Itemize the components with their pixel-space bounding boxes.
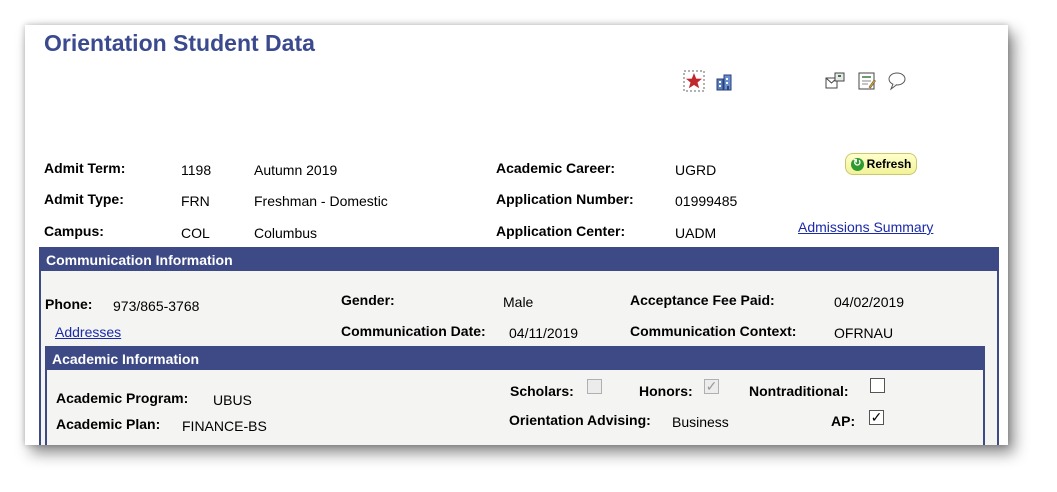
communication-context-label: Communication Context: — [630, 323, 797, 339]
admit-type-label: Admit Type: — [44, 191, 124, 207]
app-window: Orientation Student Data Admit Term: 119… — [25, 25, 1008, 445]
acceptance-fee-label: Acceptance Fee Paid: — [630, 292, 775, 308]
campus-code: COL — [181, 225, 210, 241]
admit-term-code: 1198 — [181, 162, 212, 178]
application-number-value: 01999485 — [675, 193, 738, 209]
edit-note-icon[interactable] — [856, 70, 878, 92]
communication-date-value: 04/11/2019 — [509, 325, 579, 341]
honors-checkbox[interactable]: ✓ — [704, 379, 719, 394]
academic-section-header: Academic Information — [47, 348, 983, 370]
admit-type-desc: Freshman - Domestic — [254, 193, 388, 209]
communication-section: Communication Information Phone: 973/865… — [39, 247, 999, 445]
notify-icon[interactable] — [824, 70, 846, 92]
honors-label: Honors: — [639, 383, 693, 399]
campus-desc: Columbus — [254, 225, 318, 241]
academic-plan-label: Academic Plan: — [56, 416, 161, 432]
campus-building-icon[interactable] — [714, 70, 736, 92]
academic-section: Academic Information Academic Program: U… — [45, 346, 985, 445]
refresh-button[interactable]: ↻ Refresh — [845, 153, 917, 175]
nontraditional-checkbox[interactable] — [870, 378, 885, 393]
application-number-label: Application Number: — [496, 191, 634, 207]
application-center-value: UADM — [675, 225, 717, 241]
admit-term-desc: Autumn 2019 — [254, 162, 338, 178]
communication-context-value: OFRNAU — [834, 325, 894, 341]
phone-value: 973/865-3768 — [113, 298, 200, 314]
gender-value: Male — [503, 294, 534, 310]
academic-career-value: UGRD — [675, 162, 717, 178]
scholars-checkbox[interactable] — [587, 379, 602, 394]
admissions-summary-link[interactable]: Admissions Summary — [798, 219, 933, 235]
academic-program-label: Academic Program: — [56, 390, 189, 406]
ap-checkbox[interactable]: ✓ — [869, 410, 884, 425]
admit-type-code: FRN — [181, 193, 210, 209]
ap-label: AP: — [831, 413, 856, 429]
refresh-label: Refresh — [866, 157, 912, 171]
communication-date-label: Communication Date: — [341, 323, 486, 339]
scholars-label: Scholars: — [510, 383, 574, 399]
acceptance-fee-value: 04/02/2019 — [834, 294, 905, 310]
orientation-advising-value: Business — [672, 414, 729, 430]
communication-section-header: Communication Information — [41, 249, 997, 271]
page-title: Orientation Student Data — [44, 30, 315, 56]
application-center-label: Application Center: — [496, 223, 626, 239]
academic-plan-value: FINANCE-BS — [182, 418, 267, 434]
nontraditional-label: Nontraditional: — [749, 383, 849, 399]
comment-bubble-icon[interactable] — [886, 70, 908, 92]
campus-label: Campus: — [44, 223, 104, 239]
academic-program-value: UBUS — [213, 392, 252, 408]
refresh-icon: ↻ — [850, 157, 864, 171]
addresses-link[interactable]: Addresses — [55, 324, 121, 340]
admit-term-label: Admit Term: — [44, 160, 126, 176]
gender-label: Gender: — [341, 292, 395, 308]
orientation-advising-label: Orientation Advising: — [509, 412, 651, 428]
favorite-star-icon[interactable] — [683, 70, 705, 92]
phone-label: Phone: — [45, 296, 93, 312]
academic-career-label: Academic Career: — [496, 160, 616, 176]
